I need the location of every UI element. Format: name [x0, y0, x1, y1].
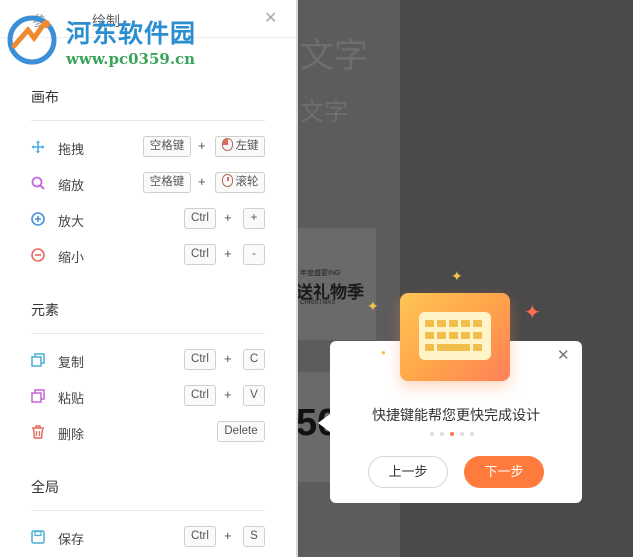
shortcut-row-drag: 拖拽 空格键 + 左键 [31, 136, 265, 158]
watermark-title: 河东软件园 [66, 19, 197, 48]
shortcut-label: 拖拽 [58, 142, 85, 157]
canvas-text-2: 文字 [300, 98, 348, 126]
sparkle-icon: ✦ [451, 268, 463, 284]
close-icon[interactable]: ✕ [264, 8, 277, 28]
step-dot [470, 432, 474, 436]
shortcut-row-delete: 删除 Delete [31, 421, 265, 443]
key-space: 空格键 [143, 172, 191, 193]
keyboard-icon [419, 312, 491, 360]
key-ctrl: Ctrl [184, 526, 216, 547]
shortcut-row-enlarge: 放大 Ctrl + + [31, 208, 265, 230]
key-wheel-label: 滚轮 [235, 176, 259, 188]
shortcut-row-copy: 复制 Ctrl + C [31, 349, 265, 371]
canvas-card-sub: CHRISTMAS [300, 300, 336, 306]
trash-icon [32, 425, 44, 439]
key-v: V [243, 385, 265, 406]
plus-sign: + [198, 138, 206, 153]
step-dot [460, 432, 464, 436]
key-ctrl: Ctrl [184, 385, 216, 406]
section-divider [31, 120, 265, 121]
plus-circle-icon [31, 212, 45, 226]
key-delete: Delete [217, 421, 265, 442]
section-title-element: 元素 [31, 302, 59, 318]
key-minus: - [243, 244, 265, 265]
move-icon [31, 140, 45, 154]
minus-circle-icon [31, 248, 45, 262]
key-ctrl: Ctrl [184, 349, 216, 370]
shortcut-row-zoom: 缩放 空格键 + 滚轮 [31, 172, 265, 194]
popup-message: 快捷键能帮您更快完成设计 [372, 407, 540, 423]
key-s: S [243, 526, 265, 547]
canvas-card-top: 年度盛宴ING [300, 270, 341, 277]
mouse-left-icon [221, 138, 233, 151]
shortcut-label: 删除 [58, 427, 85, 442]
key-scroll-wheel: 滚轮 [215, 172, 265, 193]
popup-close-icon[interactable]: ✕ [557, 346, 570, 364]
prev-step-button[interactable]: 上一步 [368, 456, 448, 488]
shortcut-label: 粘贴 [58, 391, 85, 406]
popup-pointer [318, 414, 330, 432]
key-left-label: 左键 [235, 140, 259, 152]
watermark-logo-icon [7, 15, 57, 65]
dot-sparkle-icon: ● [381, 348, 386, 357]
shortcut-label: 放大 [58, 214, 85, 229]
section-divider [31, 510, 265, 511]
shortcut-label: 缩小 [58, 250, 85, 265]
key-c: C [243, 349, 265, 370]
shortcut-label: 复制 [58, 355, 85, 370]
shortcut-label: 保存 [58, 532, 85, 547]
key-space: 空格键 [143, 136, 191, 157]
plus-sign: + [224, 246, 232, 261]
key-ctrl: Ctrl [184, 208, 216, 229]
next-step-button[interactable]: 下一步 [464, 456, 544, 488]
section-title-global: 全局 [31, 479, 59, 495]
sparkle-icon: ✦ [524, 302, 541, 324]
key-ctrl: Ctrl [184, 244, 216, 265]
mouse-wheel-icon [221, 174, 233, 187]
zoom-icon [31, 176, 45, 190]
plus-sign: + [224, 387, 232, 402]
section-divider [31, 333, 265, 334]
plus-sign: + [224, 210, 232, 225]
canvas-text-1: 文字 [300, 36, 368, 76]
plus-sign: + [224, 351, 232, 366]
shortcut-label: 缩放 [58, 178, 85, 193]
shortcut-panel: 参 绘制 ✕ 河东软件园 www.pc0359.cn 画布 拖拽 空格键 + 左… [0, 0, 298, 557]
step-indicator [430, 432, 482, 437]
step-dot [440, 432, 444, 436]
shortcut-row-paste: 粘贴 Ctrl + V [31, 385, 265, 407]
step-dot [450, 432, 454, 436]
plus-sign: + [224, 528, 232, 543]
copy-icon [31, 353, 45, 367]
watermark-url: www.pc0359.cn [66, 50, 196, 68]
section-title-canvas: 画布 [31, 89, 59, 105]
key-plus: + [243, 208, 265, 229]
shortcut-row-save: 保存 Ctrl + S [31, 526, 265, 548]
plus-sign: + [198, 174, 206, 189]
sparkle-icon: ✦ [367, 298, 379, 314]
paste-icon [31, 389, 45, 403]
step-dot [430, 432, 434, 436]
key-left-click: 左键 [215, 136, 265, 157]
watermark: 河东软件园 www.pc0359.cn [4, 8, 214, 72]
shortcut-row-shrink: 缩小 Ctrl + - [31, 244, 265, 266]
save-icon [31, 530, 45, 544]
